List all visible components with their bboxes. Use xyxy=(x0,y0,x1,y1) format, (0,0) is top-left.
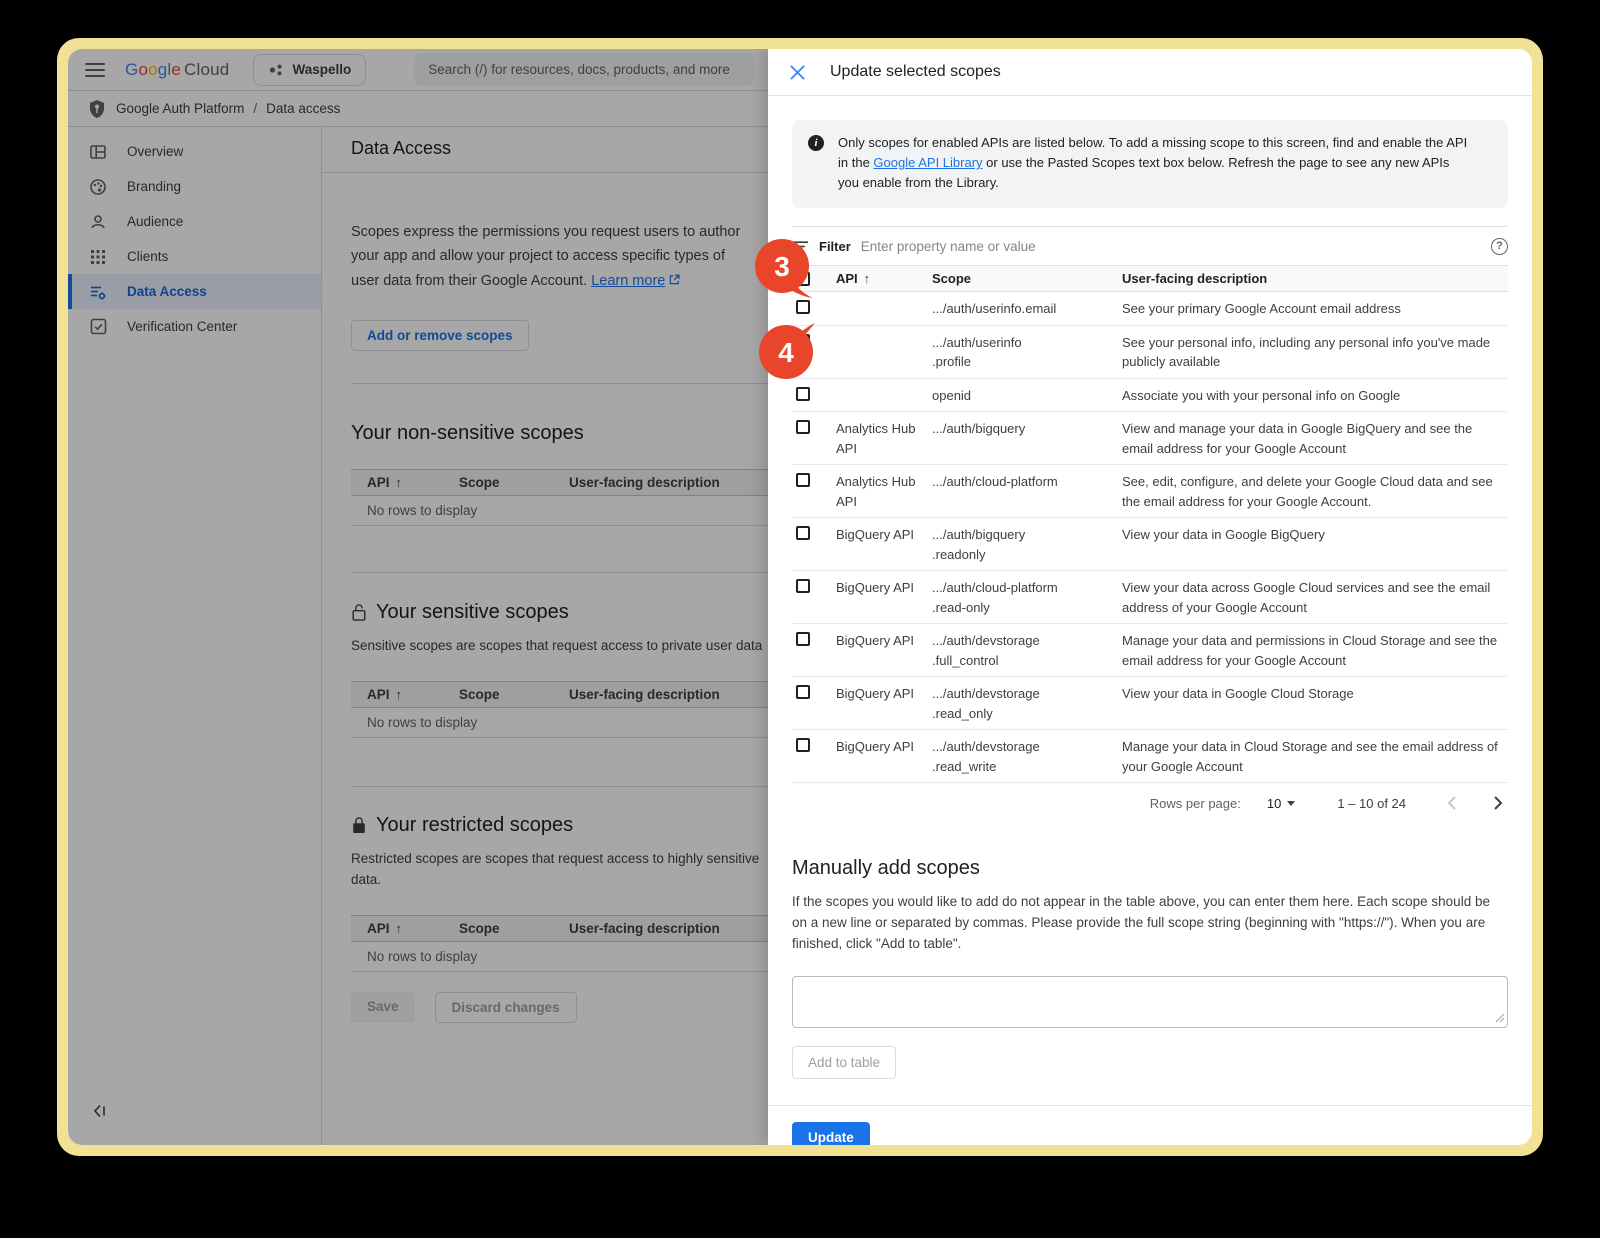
table-row: openid Associate you with your personal … xyxy=(792,379,1508,413)
row-checkbox[interactable] xyxy=(796,387,810,401)
description-cell: See your personal info, including any pe… xyxy=(1122,333,1508,372)
rows-per-page-select[interactable]: 10 xyxy=(1267,796,1295,811)
previous-page-button[interactable] xyxy=(1446,795,1457,811)
table-row: .../auth/userinfo.email See your primary… xyxy=(792,292,1508,326)
row-checkbox[interactable] xyxy=(796,473,810,487)
col-description: User-facing description xyxy=(1122,271,1508,286)
marker-label: 3 xyxy=(774,251,790,282)
api-cell: BigQuery API xyxy=(836,525,932,545)
update-scopes-panel: Update selected scopes i Only scopes for… xyxy=(768,49,1532,1145)
panel-title: Update selected scopes xyxy=(830,63,1001,81)
description-cell: Manage your data in Cloud Storage and se… xyxy=(1122,737,1508,776)
table-row: BigQuery API .../auth/bigquery .readonly… xyxy=(792,518,1508,571)
filter-input[interactable] xyxy=(861,239,1481,254)
info-banner: i Only scopes for enabled APIs are liste… xyxy=(792,120,1508,208)
api-cell: BigQuery API xyxy=(836,684,932,704)
scope-cell: .../auth/bigquery xyxy=(932,419,1122,439)
api-cell: BigQuery API xyxy=(836,578,932,598)
info-icon: i xyxy=(808,135,824,151)
description-cell: See your primary Google Account email ad… xyxy=(1122,299,1508,319)
table-pagination: Rows per page: 10 1 – 10 of 24 xyxy=(792,783,1508,823)
scope-cell: .../auth/cloud-platform xyxy=(932,472,1122,492)
description-cell: Manage your data and permissions in Clou… xyxy=(1122,631,1508,670)
api-cell: Analytics Hub API xyxy=(836,472,932,511)
row-checkbox[interactable] xyxy=(796,526,810,540)
table-row: BigQuery API .../auth/devstorage .read_w… xyxy=(792,730,1508,783)
modal-scrim xyxy=(68,49,768,1145)
col-api[interactable]: API↑ xyxy=(836,271,932,286)
filter-label: Filter xyxy=(819,239,851,254)
info-banner-text: Only scopes for enabled APIs are listed … xyxy=(838,133,1470,193)
row-checkbox[interactable] xyxy=(796,738,810,752)
help-icon[interactable]: ? xyxy=(1491,238,1508,255)
row-checkbox[interactable] xyxy=(796,685,810,699)
scope-cell: .../auth/devstorage .read_only xyxy=(932,684,1122,723)
scope-cell: openid xyxy=(932,386,1122,406)
api-cell: BigQuery API xyxy=(836,631,932,651)
table-row: BigQuery API .../auth/devstorage .full_c… xyxy=(792,624,1508,677)
screenshot-frame: GoogleCloud Waspello Google Aut xyxy=(57,38,1543,1156)
annotation-marker-3: 3 xyxy=(755,239,815,301)
scopes-table: API↑ Scope User-facing description .../a… xyxy=(792,265,1508,783)
filter-bar: Filter ? xyxy=(792,226,1508,265)
table-row: Analytics Hub API .../auth/cloud-platfor… xyxy=(792,465,1508,518)
annotation-marker-4: 4 xyxy=(758,318,818,380)
row-checkbox[interactable] xyxy=(796,300,810,314)
table-row: BigQuery API .../auth/cloud-platform .re… xyxy=(792,571,1508,624)
table-row: .../auth/userinfo .profile See your pers… xyxy=(792,326,1508,379)
main-app-region: GoogleCloud Waspello Google Aut xyxy=(68,49,768,1145)
table-row: Analytics Hub API .../auth/bigquery View… xyxy=(792,412,1508,465)
col-scope: Scope xyxy=(932,271,1122,286)
manually-add-scopes-heading: Manually add scopes xyxy=(792,857,1508,880)
close-icon[interactable] xyxy=(789,64,806,81)
api-cell: BigQuery API xyxy=(836,737,932,757)
manual-scopes-textarea[interactable] xyxy=(792,976,1508,1028)
description-cell: See, edit, configure, and delete your Go… xyxy=(1122,472,1508,511)
row-checkbox[interactable] xyxy=(796,579,810,593)
api-cell: Analytics Hub API xyxy=(836,419,932,458)
update-button[interactable]: Update xyxy=(792,1122,870,1145)
scope-cell: .../auth/devstorage .full_control xyxy=(932,631,1122,670)
manually-add-scopes-description: If the scopes you would like to add do n… xyxy=(792,892,1508,955)
scope-cell: .../auth/bigquery .readonly xyxy=(932,525,1122,564)
divider xyxy=(768,1105,1532,1106)
panel-header: Update selected scopes xyxy=(768,49,1532,96)
description-cell: Associate you with your personal info on… xyxy=(1122,386,1508,406)
resize-handle-icon[interactable] xyxy=(1495,1013,1505,1023)
scope-cell: .../auth/userinfo.email xyxy=(932,299,1122,319)
browser-window: GoogleCloud Waspello Google Aut xyxy=(68,49,1532,1145)
rows-per-page-label: Rows per page: xyxy=(1150,796,1241,811)
sort-ascending-icon: ↑ xyxy=(864,271,871,286)
row-checkbox[interactable] xyxy=(796,632,810,646)
pagination-range: 1 – 10 of 24 xyxy=(1337,796,1406,811)
description-cell: View your data in Google Cloud Storage xyxy=(1122,684,1508,704)
description-cell: View your data in Google BigQuery xyxy=(1122,525,1508,545)
add-to-table-button[interactable]: Add to table xyxy=(792,1046,896,1079)
dropdown-caret-icon xyxy=(1287,801,1295,806)
table-header-row: API↑ Scope User-facing description xyxy=(792,265,1508,292)
row-checkbox[interactable] xyxy=(796,420,810,434)
table-row: BigQuery API .../auth/devstorage .read_o… xyxy=(792,677,1508,730)
scope-cell: .../auth/devstorage .read_write xyxy=(932,737,1122,776)
scope-cell: .../auth/cloud-platform .read-only xyxy=(932,578,1122,617)
next-page-button[interactable] xyxy=(1493,795,1504,811)
description-cell: View your data across Google Cloud servi… xyxy=(1122,578,1508,617)
description-cell: View and manage your data in Google BigQ… xyxy=(1122,419,1508,458)
google-api-library-link[interactable]: Google API Library xyxy=(873,155,982,170)
manually-add-scopes-section: Manually add scopes If the scopes you wo… xyxy=(792,857,1508,1079)
scope-cell: .../auth/userinfo .profile xyxy=(932,333,1122,372)
marker-label: 4 xyxy=(778,337,794,368)
